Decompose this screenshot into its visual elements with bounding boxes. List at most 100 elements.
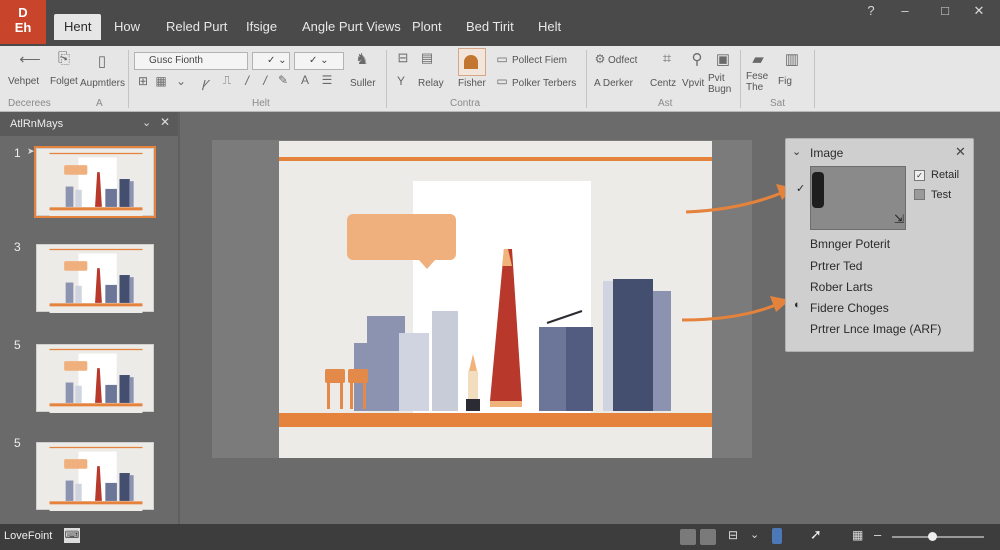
panel-item-2[interactable]: Prtrer Ted	[810, 259, 862, 273]
test-checkbox[interactable]	[914, 189, 925, 200]
clipboard-icon[interactable]: ▣	[712, 50, 734, 68]
group-label-contra: Contra	[450, 98, 481, 109]
panel-item-5[interactable]: Prtrer Lnce Image (ARF)	[810, 322, 941, 336]
group-label-helt: Helt	[252, 98, 270, 109]
filter-icon[interactable]: Y	[394, 74, 408, 88]
aupmtlers-button[interactable]: Aupmtlers	[80, 78, 125, 89]
document-icon[interactable]: ▯	[90, 52, 114, 70]
link-icon[interactable]: ⚲	[686, 50, 708, 68]
pollect-fiem-button[interactable]: Pollect Fiem	[512, 55, 567, 66]
zoom-out-icon[interactable]: –	[874, 527, 881, 542]
stamp-icon[interactable]: ♞	[350, 50, 374, 68]
crop-icon[interactable]: ⌗	[656, 50, 678, 67]
panel-item-3[interactable]: Rober Larts	[810, 280, 873, 294]
chair-left	[325, 369, 345, 409]
screen-icon[interactable]: ▥	[780, 50, 804, 68]
arrow-left-icon[interactable]: ⟵	[18, 50, 42, 68]
pvit-bugn-button[interactable]: Pvit Bugn	[708, 73, 736, 95]
underline-icon[interactable]: /	[256, 73, 274, 88]
font-size-combo[interactable]: ✓ ⌄	[294, 52, 344, 70]
image-preview[interactable]	[810, 166, 906, 230]
italic-icon[interactable]: /	[238, 73, 256, 88]
tab-reled-purt[interactable]: Reled Purt	[156, 14, 237, 40]
tab-angle-purt-views[interactable]: Angle Purt Views	[292, 14, 411, 40]
bullet-list-icon[interactable]: ☰	[318, 73, 336, 87]
fig-button[interactable]: Fig	[778, 76, 792, 87]
vpvit-button[interactable]: Vpvit	[682, 78, 704, 89]
help-icon[interactable]: ?	[858, 3, 884, 18]
vehpet-button[interactable]: Vehpet	[8, 76, 39, 87]
fisher-button[interactable]: Fisher	[458, 78, 486, 89]
app-logo[interactable]: D Eh	[0, 0, 46, 44]
font-color-icon[interactable]: A	[296, 73, 314, 87]
tab-ifsige[interactable]: Ifsige	[236, 14, 287, 40]
slide-thumbnail-2[interactable]	[36, 244, 154, 313]
building	[603, 281, 613, 411]
tab-bed-tirit[interactable]: Bed Tirit	[456, 14, 524, 40]
fit-icon[interactable]: ▦	[852, 528, 863, 542]
suller-button[interactable]: Suller	[350, 78, 376, 89]
slide-thumbnail-3[interactable]	[36, 344, 154, 413]
grid-icon[interactable]: ⊞	[134, 74, 152, 88]
pane-close-icon[interactable]: ✕	[160, 115, 170, 129]
table-icon[interactable]: ▦	[152, 74, 170, 88]
maximize-icon[interactable]: □	[932, 3, 958, 18]
top-accent-line	[279, 157, 712, 161]
sorter-view-icon[interactable]	[700, 529, 716, 545]
app-logo-label: Eh	[14, 19, 32, 35]
radio-icon[interactable]: ◐	[794, 299, 801, 311]
highlight-icon[interactable]: ✎	[274, 73, 292, 87]
slide-thumbnail-4[interactable]	[36, 442, 154, 511]
ribbon-separator	[814, 50, 815, 108]
polker-terbers-button[interactable]: Polker Terbers	[512, 78, 576, 89]
tab-how[interactable]: How	[104, 14, 150, 40]
retail-checkbox[interactable]: ✓	[914, 170, 925, 181]
font-style-combo[interactable]: ✓ ⌄	[252, 52, 290, 70]
zoom-slider[interactable]	[892, 536, 984, 538]
slide-thumbnail-art	[49, 149, 143, 217]
folget-button[interactable]: Folget	[50, 76, 78, 87]
effects-icon[interactable]: ⚙	[592, 52, 608, 66]
current-slide[interactable]	[279, 141, 712, 458]
slide-thumbnail-1[interactable]	[34, 146, 156, 218]
frame-icon[interactable]: ▭	[494, 52, 510, 66]
panel-close-icon[interactable]: ✕	[955, 144, 966, 160]
minimize-icon[interactable]: –	[892, 3, 918, 18]
slide-number: 3	[14, 240, 21, 254]
pointer-icon[interactable]: ➚	[810, 526, 822, 543]
presenter-view-icon[interactable]	[772, 528, 782, 544]
panel-collapse-icon[interactable]: ⌄	[792, 145, 801, 158]
font-combo[interactable]: Gusc Fionth	[134, 52, 248, 70]
tab-hent[interactable]: Hent	[54, 14, 102, 40]
annotation-arrows	[681, 184, 794, 322]
panel-item-4[interactable]: Fidere Choges	[810, 301, 889, 315]
relay-button[interactable]: Relay	[418, 78, 444, 89]
dropdown-icon[interactable]: ⌄	[172, 74, 190, 88]
normal-view-icon[interactable]	[680, 529, 696, 545]
reading-view-icon[interactable]: ⊟	[728, 528, 738, 542]
copy-icon[interactable]: ⎘	[52, 50, 76, 67]
aderker-button[interactable]: A Derker	[594, 78, 633, 89]
check-format-icon[interactable]: ꝩ	[196, 73, 214, 91]
odfect-button[interactable]: Odfect	[608, 55, 637, 66]
speech-bubble	[347, 214, 456, 260]
tab-plont[interactable]: Plont	[402, 14, 452, 40]
layout-icon[interactable]: ▤	[416, 50, 438, 66]
zoom-slider-thumb[interactable]	[928, 532, 937, 541]
slide-illustration[interactable]	[279, 141, 712, 458]
panel-item-1[interactable]: Bmnger Poterit	[810, 237, 890, 251]
centz-button[interactable]: Centz	[650, 78, 676, 89]
shapes-icon[interactable]: ⊟	[392, 50, 414, 66]
fese-the-button[interactable]: Fese The	[746, 71, 770, 93]
slide-thumbnail-art	[49, 345, 143, 413]
frame-icon[interactable]: ▭	[494, 74, 510, 88]
close-icon[interactable]: ✕	[966, 3, 992, 19]
message-icon[interactable]: ▰	[746, 50, 770, 68]
ribbon-separator	[740, 50, 741, 108]
tab-helt[interactable]: Helt	[528, 14, 571, 40]
retail-label: Retail	[931, 169, 960, 181]
pane-dropdown-icon[interactable]: ⌄	[142, 116, 151, 129]
view-dropdown-icon[interactable]: ⌄	[750, 528, 759, 541]
align-icon[interactable]: ⎍	[218, 73, 236, 88]
notes-icon[interactable]: ⌨	[64, 528, 80, 543]
